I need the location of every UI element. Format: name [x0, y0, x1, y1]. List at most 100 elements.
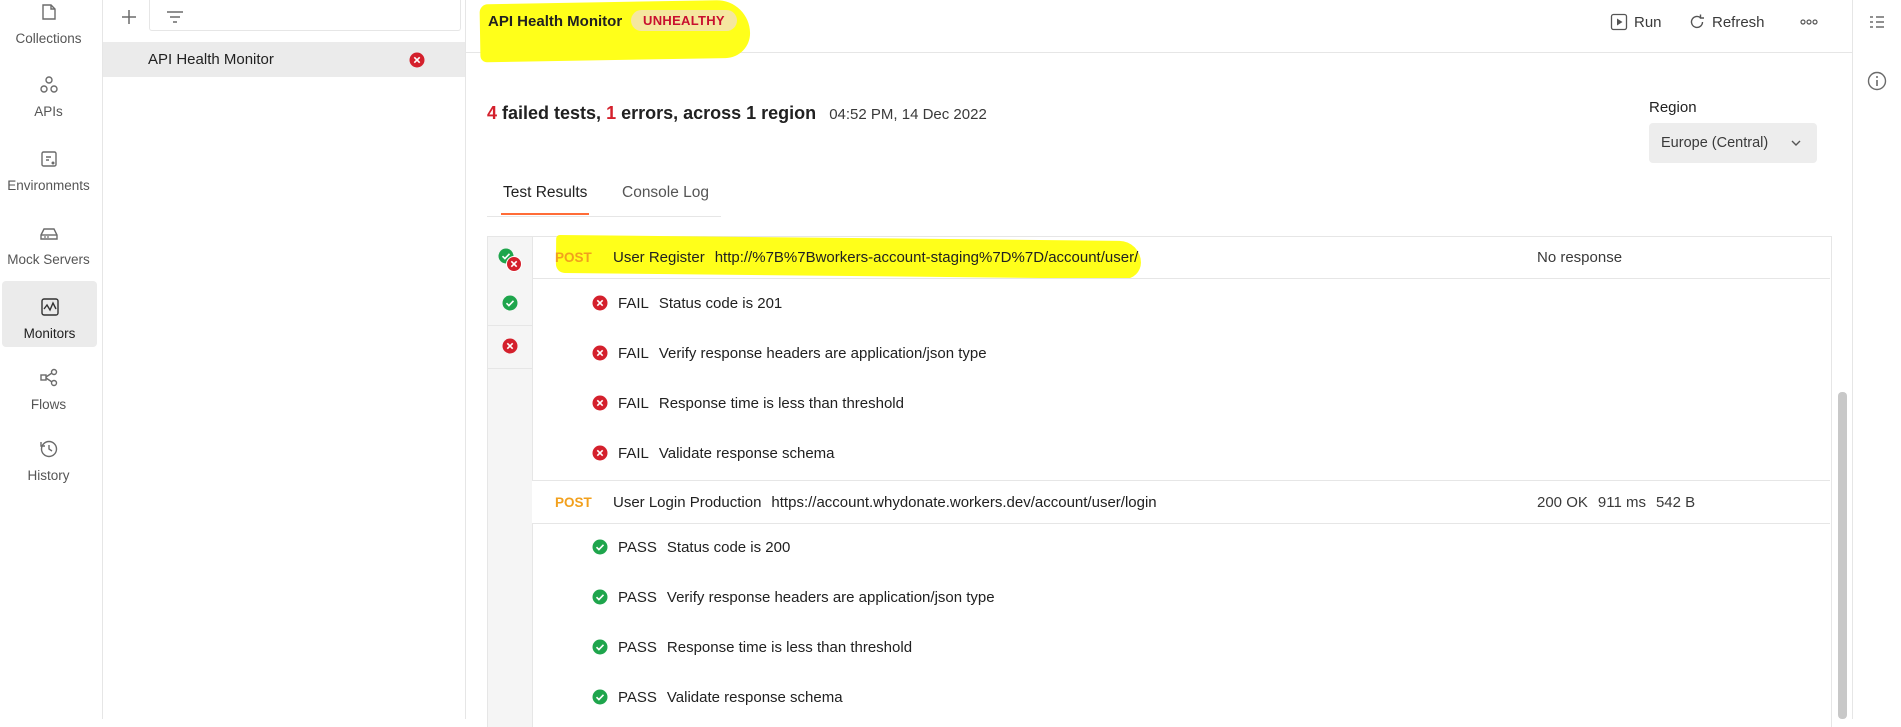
history-icon — [39, 440, 57, 458]
region-label: Region — [1649, 99, 1697, 116]
test-name: Response time is less than threshold — [658, 394, 904, 412]
test-status: PASS — [618, 588, 657, 606]
test-status: FAIL — [618, 294, 649, 312]
info-icon[interactable] — [1866, 70, 1888, 92]
nav-collections[interactable]: Collections — [0, 0, 97, 52]
response-status: No response — [1537, 248, 1623, 266]
test-result-row: FAIL Validate response schema — [532, 428, 1830, 478]
nav-label: Mock Servers — [7, 252, 90, 267]
error-status-icon — [409, 52, 425, 67]
request-row[interactable]: POST User Register http://%7B%7Bworkers-… — [532, 236, 1830, 279]
test-result-row: PASS Response time is less than threshol… — [532, 622, 1830, 672]
sidebar-toolbar — [103, 0, 465, 38]
test-name: Validate response schema — [658, 444, 835, 462]
request-url: http://%7B%7Bworkers-account-staging%7D%… — [714, 248, 1139, 266]
test-result-row: FAIL Verify response headers are applica… — [532, 328, 1830, 378]
tab-console-log[interactable]: Console Log — [622, 184, 709, 202]
results-tabs: Test Results Console Log — [487, 178, 721, 217]
response-size: 542 B — [1655, 493, 1696, 511]
run-summary: 4 failed tests, 1 errors, across 1 regio… — [487, 103, 987, 124]
scrollbar-thumb[interactable] — [1838, 392, 1847, 719]
test-status: FAIL — [618, 444, 649, 462]
failed-text: failed tests, — [497, 103, 607, 123]
test-status: FAIL — [618, 394, 649, 412]
test-status: FAIL — [618, 344, 649, 362]
error-text: errors, across 1 region — [616, 103, 817, 123]
nav-monitors[interactable]: Monitors — [2, 281, 97, 347]
refresh-icon — [1690, 14, 1704, 29]
collections-icon — [41, 4, 56, 20]
response-code: 200 OK — [1537, 493, 1588, 511]
test-result-row: PASS Validate response schema — [532, 672, 1830, 722]
monitor-name: API Health Monitor — [148, 51, 274, 68]
nav-mock-servers[interactable]: Mock Servers — [0, 211, 97, 273]
fail-status-icon — [506, 256, 522, 272]
nav-label: History — [27, 468, 70, 483]
test-status: PASS — [618, 538, 657, 556]
test-name: Status code is 200 — [666, 538, 791, 556]
sidebar-search-input[interactable] — [149, 0, 461, 31]
sidebar-item-monitor[interactable]: API Health Monitor — [103, 42, 465, 77]
fail-icon — [592, 295, 608, 311]
test-name: Verify response headers are application/… — [658, 344, 987, 362]
mock-servers-icon — [39, 228, 58, 240]
fail-icon — [592, 445, 608, 461]
region-value: Europe (Central) — [1661, 135, 1769, 151]
more-options-icon[interactable] — [1798, 10, 1820, 34]
nav-apis[interactable]: APIs — [0, 63, 97, 125]
filter-icon[interactable] — [161, 4, 189, 30]
play-icon — [1610, 13, 1628, 31]
failed-count: 4 — [487, 103, 498, 123]
request-row[interactable]: POST User Login Production https://accou… — [532, 480, 1830, 524]
run-button[interactable]: Run — [1610, 10, 1662, 34]
plus-icon[interactable] — [115, 4, 143, 30]
pass-icon — [592, 639, 608, 655]
nav-label: Flows — [30, 397, 67, 412]
test-result-row: FAIL Status code is 201 — [532, 278, 1830, 328]
response-time: 911 ms — [1597, 493, 1646, 511]
test-name: Response time is less than threshold — [666, 638, 913, 656]
results-gutter — [488, 237, 533, 727]
apis-icon — [39, 76, 58, 93]
nav-label: Monitors — [23, 326, 76, 341]
flows-icon — [39, 368, 57, 387]
tab-test-results[interactable]: Test Results — [500, 184, 590, 215]
pass-icon — [592, 589, 608, 605]
left-navigation: Collections APIs Environments Mock Serve… — [0, 0, 103, 719]
chevron-down-icon — [1791, 140, 1801, 146]
page-title: API Health Monitor — [488, 13, 623, 30]
status-badge: UNHEALTHY — [631, 10, 737, 31]
run-timestamp: 04:52 PM, 14 Dec 2022 — [829, 106, 987, 123]
nav-label: APIs — [34, 104, 63, 119]
nav-label: Collections — [15, 31, 82, 46]
request-method: POST — [555, 249, 592, 265]
test-status: PASS — [618, 638, 657, 656]
request-name: User Login Production — [613, 493, 762, 511]
test-name: Verify response headers are application/… — [666, 588, 995, 606]
run-label: Run — [1634, 13, 1662, 31]
monitors-icon — [40, 298, 59, 316]
region-select[interactable]: Europe (Central) — [1649, 123, 1817, 163]
nav-label: Environments — [7, 178, 90, 193]
error-count: 1 — [606, 103, 617, 123]
fail-icon — [592, 345, 608, 361]
test-status: PASS — [618, 688, 657, 706]
nav-environments[interactable]: Environments — [0, 137, 97, 199]
refresh-button[interactable]: Refresh — [1688, 10, 1765, 34]
test-result-row: PASS Status code is 200 — [532, 522, 1830, 572]
pass-icon — [592, 689, 608, 705]
fail-status-icon — [502, 338, 518, 354]
monitor-header: API Health Monitor UNHEALTHY Run Refresh — [466, 0, 1852, 63]
fail-icon — [592, 395, 608, 411]
request-method: POST — [555, 494, 592, 510]
test-result-row: PASS Verify response headers are applica… — [532, 572, 1830, 622]
right-rail — [1853, 0, 1901, 719]
documentation-icon[interactable] — [1866, 12, 1888, 34]
monitor-sidebar: API Health Monitor — [103, 0, 466, 719]
refresh-label: Refresh — [1712, 13, 1765, 31]
test-name: Status code is 201 — [658, 294, 783, 312]
nav-history[interactable]: History — [0, 427, 97, 489]
nav-flows[interactable]: Flows — [0, 356, 97, 418]
test-result-row: FAIL Response time is less than threshol… — [532, 378, 1830, 428]
request-url: https://account.whydonate.workers.dev/ac… — [771, 493, 1157, 511]
